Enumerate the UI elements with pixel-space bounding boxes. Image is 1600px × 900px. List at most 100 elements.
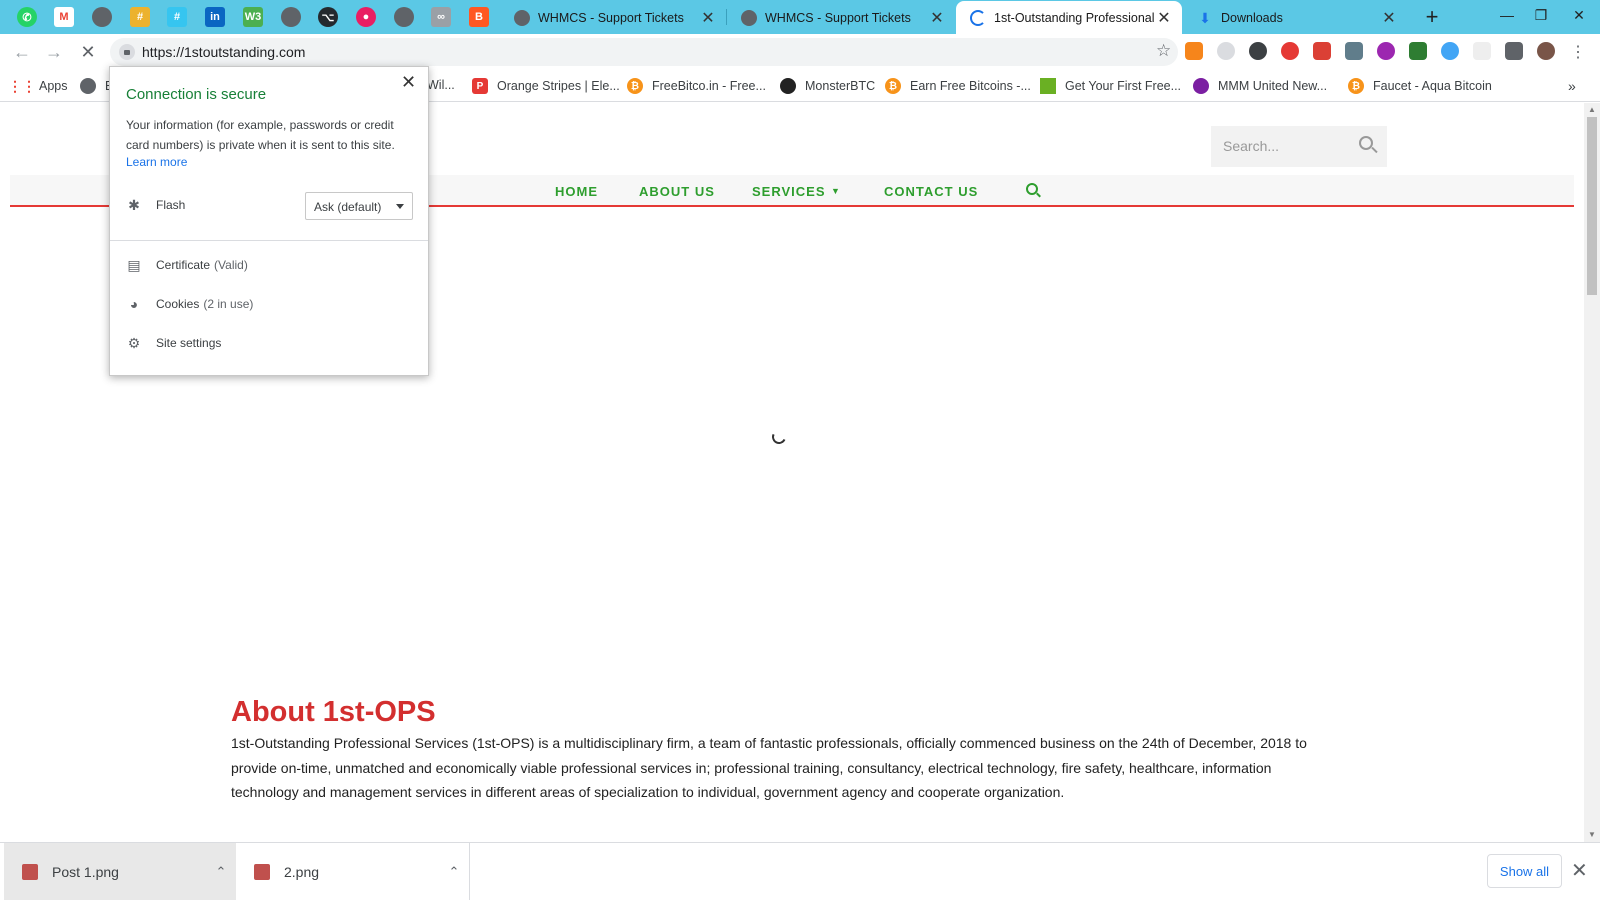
search-icon[interactable] xyxy=(1359,136,1373,150)
orange-stripes-icon: P xyxy=(472,78,488,94)
bookmark-star-icon[interactable]: ☆ xyxy=(1156,41,1171,61)
close-tab-icon[interactable]: ✕ xyxy=(1154,8,1174,28)
slack-icon[interactable]: # xyxy=(130,7,150,27)
site-info-popup: Connection is secure ✕ Your information … xyxy=(109,66,429,376)
nav-home[interactable]: HOME xyxy=(555,184,598,199)
page-scrollbar[interactable]: ▲ ▼ xyxy=(1584,103,1600,843)
download-filename: Post 1.png xyxy=(52,864,119,880)
bug-icon[interactable] xyxy=(1281,42,1299,60)
blogger-icon[interactable]: B xyxy=(469,7,489,27)
certificate-status: (Valid) xyxy=(214,258,248,272)
bookmark-item[interactable]: ₿ FreeBitco.in - Free... xyxy=(627,78,766,94)
tab-title: Downloads xyxy=(1221,10,1283,25)
globe-icon xyxy=(514,9,530,26)
bookmark-label: Faucet - Aqua Bitcoin xyxy=(1373,79,1492,93)
bookmark-item[interactable]: Wil... xyxy=(427,78,455,92)
close-window-button[interactable]: ✕ xyxy=(1556,0,1600,30)
chevron-up-icon[interactable]: ⌃ xyxy=(439,864,469,880)
bookmark-item[interactable]: P Orange Stripes | Ele... xyxy=(472,78,620,94)
more-bookmarks-icon[interactable]: » xyxy=(1568,78,1576,94)
menu-kebab-icon[interactable]: ⋮ xyxy=(1569,42,1587,61)
scrollbar-thumb[interactable] xyxy=(1587,117,1597,295)
nav-about-us[interactable]: ABOUT US xyxy=(639,184,715,199)
tab-downloads[interactable]: ⬇ Downloads ✕ xyxy=(1183,1,1407,34)
extension-icon[interactable] xyxy=(1377,42,1395,60)
metamask-icon[interactable] xyxy=(1185,42,1203,60)
avatar[interactable] xyxy=(1537,42,1555,60)
close-tab-icon[interactable]: ✕ xyxy=(927,8,947,28)
globe-icon[interactable] xyxy=(92,7,112,27)
slack-icon[interactable]: # xyxy=(167,7,187,27)
bookmark-label: Get Your First Free... xyxy=(1065,79,1182,93)
flash-row: ✱ Flash xyxy=(126,197,185,213)
address-bar[interactable]: https://1stoutstanding.com ☆ xyxy=(110,38,1178,66)
github-icon[interactable]: ⌥ xyxy=(318,7,338,27)
popup-description: Your information (for example, passwords… xyxy=(126,118,395,152)
about-heading: About 1st-OPS xyxy=(231,696,436,728)
page-loading-spinner xyxy=(770,428,788,446)
download-item[interactable]: 2.png ⌃ xyxy=(236,843,470,900)
loading-icon xyxy=(970,9,986,26)
close-icon[interactable]: ✕ xyxy=(401,72,416,93)
search-placeholder: Search... xyxy=(1223,138,1280,154)
globe-icon[interactable] xyxy=(281,7,301,27)
site-settings-row[interactable]: ⚙ Site settings xyxy=(126,335,222,351)
url-text[interactable]: https://1stoutstanding.com xyxy=(142,44,305,60)
certificate-row[interactable]: ▤ Certificate (Valid) xyxy=(126,257,248,273)
lock-icon[interactable] xyxy=(119,44,135,60)
apps-bookmark[interactable]: ⋮⋮ Apps xyxy=(8,78,68,94)
close-tab-icon[interactable]: ✕ xyxy=(1379,8,1399,28)
tab-whmcs-2[interactable]: WHMCS - Support Tickets ✕ xyxy=(727,1,955,34)
scroll-down-icon[interactable]: ▼ xyxy=(1588,830,1596,839)
tab-whmcs-1[interactable]: WHMCS - Support Tickets ✕ xyxy=(500,1,726,34)
bookmark-label: FreeBitco.in - Free... xyxy=(652,79,766,93)
bookmark-item[interactable]: MMM United New... xyxy=(1193,78,1327,94)
chevron-down-icon[interactable]: ▼ xyxy=(831,186,841,196)
forward-icon[interactable]: → xyxy=(42,40,66,64)
extension-icon[interactable] xyxy=(1217,42,1235,60)
gmail-icon[interactable]: M xyxy=(54,7,74,27)
scroll-up-icon[interactable]: ▲ xyxy=(1588,105,1596,114)
download-item[interactable]: Post 1.png ⌃ xyxy=(4,843,236,900)
bookmark-item[interactable]: Get Your First Free... xyxy=(1040,78,1181,94)
download-bar: Post 1.png ⌃ 2.png ⌃ Show all ✕ xyxy=(0,842,1600,900)
stop-loading-icon[interactable]: ✕ xyxy=(76,40,100,64)
nav-services[interactable]: SERVICES xyxy=(752,184,826,199)
learn-more-link[interactable]: Learn more xyxy=(126,155,187,169)
bookmark-item[interactable]: ₿ Earn Free Bitcoins -... xyxy=(885,78,1031,94)
flash-permission-select[interactable]: Ask (default) xyxy=(305,192,413,220)
tab-1st-outstanding[interactable]: 1st-Outstanding Professional S ✕ xyxy=(956,1,1182,34)
whatsapp-icon[interactable]: ✆ xyxy=(17,7,37,27)
show-all-button[interactable]: Show all xyxy=(1487,854,1562,888)
bookmark-item[interactable]: MonsterBTC xyxy=(780,78,875,94)
browser-window: ✆ M # # in W3 ⌥ ● ∞ B WHMCS - Support Ti… xyxy=(0,0,1600,900)
certificate-label: Certificate xyxy=(156,258,211,272)
close-tab-icon[interactable]: ✕ xyxy=(698,8,718,28)
site-search-input[interactable]: Search... xyxy=(1211,126,1387,167)
extension-icon[interactable] xyxy=(1249,42,1267,60)
cookies-row[interactable]: ◕ Cookies (2 in use) xyxy=(126,296,254,312)
new-tab-button[interactable]: + xyxy=(1420,4,1444,30)
linkedin-icon[interactable]: in xyxy=(205,7,225,27)
image-file-icon xyxy=(254,864,270,880)
w3-icon[interactable]: W3 xyxy=(243,7,263,27)
link-icon[interactable]: ∞ xyxy=(431,7,451,27)
extension-icon[interactable] xyxy=(1345,42,1363,60)
close-download-bar-icon[interactable]: ✕ xyxy=(1571,858,1588,883)
back-icon[interactable]: ← xyxy=(10,40,34,64)
globe-icon[interactable] xyxy=(394,7,414,27)
tab-strip: ✆ M # # in W3 ⌥ ● ∞ B WHMCS - Support Ti… xyxy=(0,0,1600,34)
nav-contact-us[interactable]: CONTACT US xyxy=(884,184,978,199)
record-icon[interactable]: ● xyxy=(356,7,376,27)
bookmark-label: MonsterBTC xyxy=(805,79,876,93)
nav-search-icon[interactable] xyxy=(1026,183,1038,195)
todoist-icon[interactable] xyxy=(1313,42,1331,60)
feather-icon[interactable] xyxy=(1441,42,1459,60)
puzzle-icon: ✱ xyxy=(128,196,140,213)
chevron-up-icon[interactable]: ⌃ xyxy=(206,864,236,880)
tree-icon[interactable] xyxy=(1409,42,1427,60)
bookmark-item[interactable]: ₿ Faucet - Aqua Bitcoin xyxy=(1348,78,1492,94)
puzzle-icon[interactable] xyxy=(1505,42,1523,60)
extension-icon[interactable] xyxy=(1473,42,1491,60)
globe-icon xyxy=(80,78,96,94)
